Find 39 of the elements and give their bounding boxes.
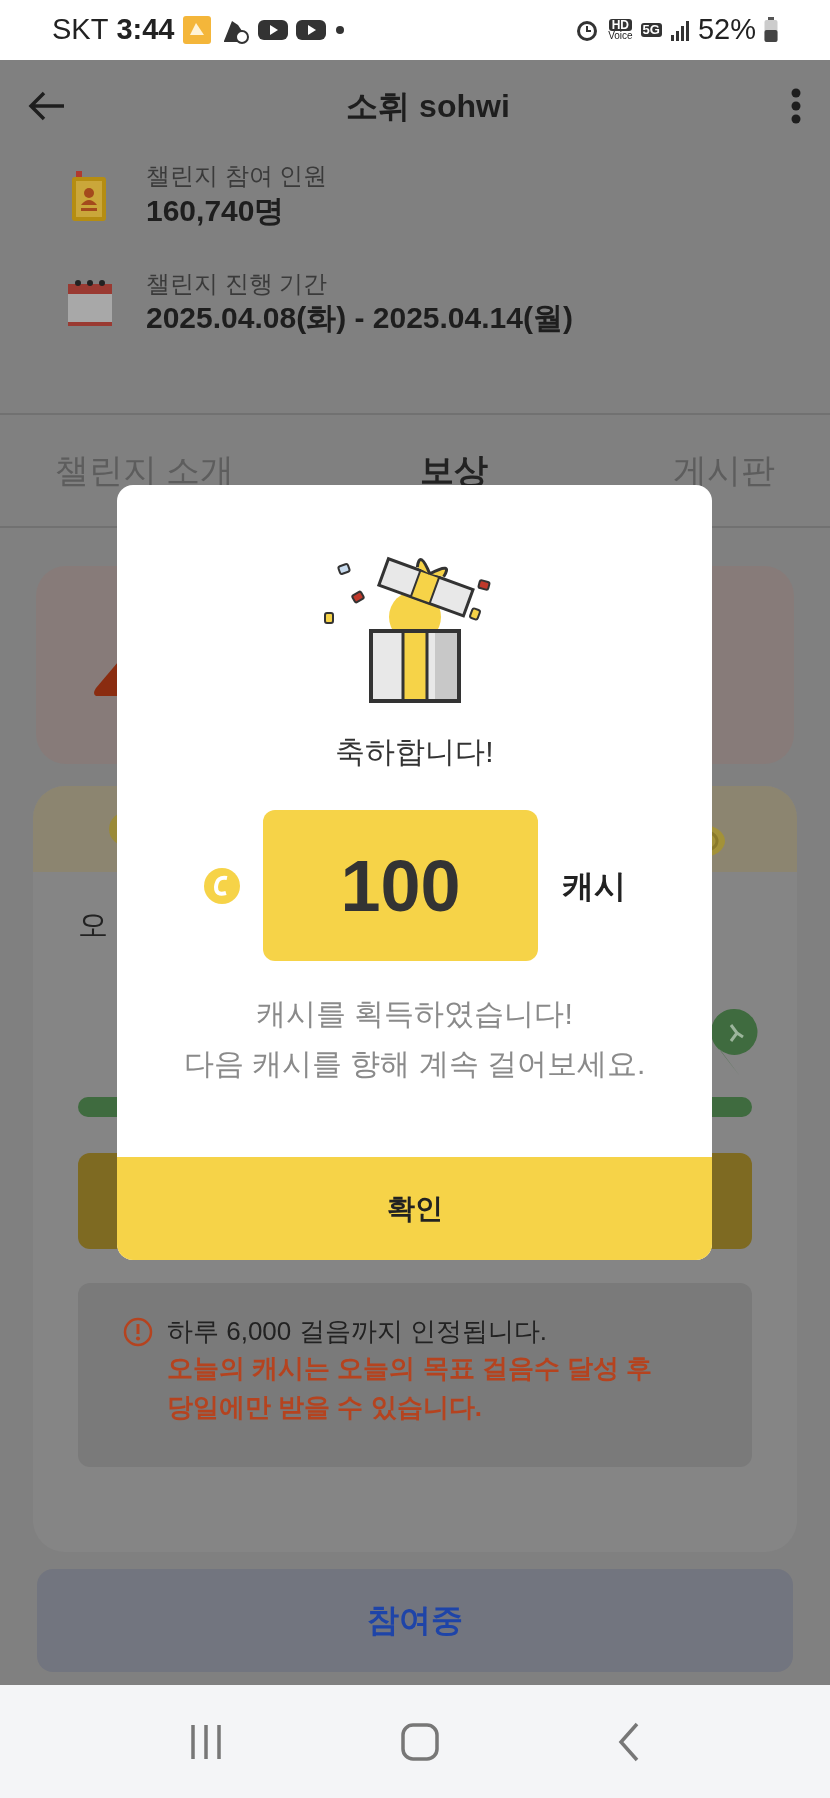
dialog-message: 캐시를 획득하였습니다! 다음 캐시를 향해 계속 걸어보세요. [183,996,646,1082]
recent-apps-button[interactable] [189,1722,222,1761]
battery-percent: 52% [697,12,756,48]
back-nav-button[interactable] [618,1721,641,1762]
amount-unit: 캐시 [562,866,626,906]
network-indicator: 5G [640,22,662,38]
play-icon [296,18,327,42]
info-value: 160,740명 [146,192,286,229]
voice-indicator: Voice [608,31,633,41]
coin-icon [203,866,241,905]
dialog-title: 축하합니다! [335,734,494,770]
warning-text: 오늘의 캐시는 오늘의 목표 걸음수 달성 후 당일에만 받을 수 있습니다. [167,1351,653,1424]
clock-text: 3:44 [116,12,175,48]
back-chevron-icon [618,1721,641,1762]
hd-indicator: HD [608,19,633,31]
reward-amount: 100 [263,810,538,961]
confirm-button[interactable]: 확인 [117,1157,712,1260]
app-notification-icon [182,15,213,45]
screen-title: 소휘 sohwi [346,86,510,126]
play-icon [258,18,289,42]
more-icon [790,87,802,124]
more-button[interactable] [790,87,802,124]
battery-icon [764,17,778,43]
card-title: 오 [78,906,109,943]
dot-icon [334,24,347,36]
recent-apps-icon [189,1722,222,1761]
carrier-text: SKT [52,12,109,48]
signal-icon [669,19,690,41]
info-icon [123,1316,153,1347]
info-value: 2025.04.08(화) - 2025.04.14(월) [146,300,573,337]
back-button[interactable] [28,89,66,122]
notice-text: 하루 6,000 걸음까지 인정됩니다. [167,1314,548,1348]
back-arrow-icon [28,89,66,122]
info-label: 챌린지 진행 기간 [146,269,329,299]
info-label: 챌린지 참여 인원 [146,161,328,191]
joined-button[interactable]: 참여중 [37,1568,793,1672]
home-icon [401,1722,439,1761]
warning-triangle-icon [94,661,118,696]
home-button[interactable] [401,1722,439,1761]
